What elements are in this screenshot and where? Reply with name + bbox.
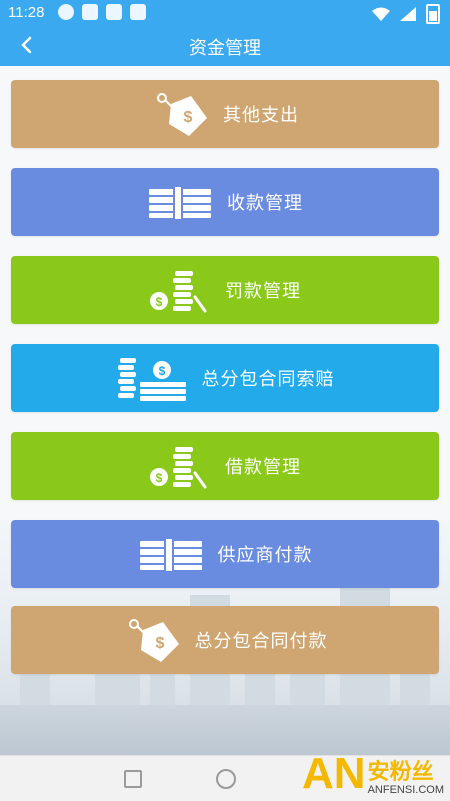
watermark-en: ANFENSI.COM	[367, 784, 444, 796]
menu-item-label: 供应商付款	[217, 545, 313, 566]
battery-icon	[426, 4, 440, 24]
menu-item-label: 收款管理	[227, 193, 303, 214]
watermark-cn: 安粉丝	[367, 759, 434, 785]
chat-notification-icon	[58, 4, 74, 20]
coin-stack-dollar-icon: $	[149, 267, 211, 313]
menu-item-collection-management[interactable]: 收款管理	[11, 168, 439, 236]
menu-item-label: 总分包合同索赔	[201, 369, 335, 390]
cash-stack-icon	[147, 185, 213, 219]
coins-and-cash-icon: $	[116, 354, 188, 402]
coin-stack-dollar-icon: $	[149, 443, 211, 489]
home-icon[interactable]	[216, 769, 236, 789]
svg-text:$: $	[156, 295, 163, 309]
svg-text:$: $	[155, 635, 164, 652]
menu-item-other-expenses[interactable]: $ 其他支出	[11, 80, 439, 148]
wifi-icon	[372, 7, 390, 21]
image-notification-icon	[130, 4, 146, 20]
notification-icons	[58, 4, 146, 20]
menu-item-loan-management[interactable]: $ 借款管理	[11, 432, 439, 500]
app-notification-icon	[106, 4, 122, 20]
price-tag-dollar-icon: $	[151, 90, 209, 138]
page-title: 资金管理	[189, 38, 261, 59]
menu-item-contract-claims[interactable]: $ 总分包合同索赔	[11, 344, 439, 412]
watermark-an: AN	[302, 749, 366, 798]
svg-text:$: $	[184, 109, 193, 126]
svg-text:$: $	[156, 471, 163, 485]
menu-item-label: 总分包合同付款	[194, 631, 328, 652]
watermark-logo: AN 安粉丝 ANFENSI.COM	[302, 749, 444, 798]
menu-item-label: 借款管理	[225, 457, 301, 478]
menu-item-label: 罚款管理	[225, 281, 301, 302]
header: 资金管理	[0, 25, 450, 66]
recent-apps-icon[interactable]	[124, 770, 142, 788]
menu-item-supplier-payment[interactable]: 供应商付款	[11, 520, 439, 588]
status-time: 11:28	[8, 4, 45, 21]
status-bar: 11:28	[0, 0, 450, 25]
menu-item-contract-payment[interactable]: $ 总分包合同付款	[11, 606, 439, 674]
menu-item-label: 其他支出	[223, 105, 299, 126]
menu-item-fine-management[interactable]: $ 罚款管理	[11, 256, 439, 324]
app-notification-icon	[82, 4, 98, 20]
signal-icon	[400, 7, 416, 21]
cash-stack-icon	[138, 537, 204, 571]
system-icons	[372, 4, 440, 24]
svg-text:$: $	[158, 364, 165, 378]
price-tag-dollar-icon: $	[123, 616, 181, 664]
